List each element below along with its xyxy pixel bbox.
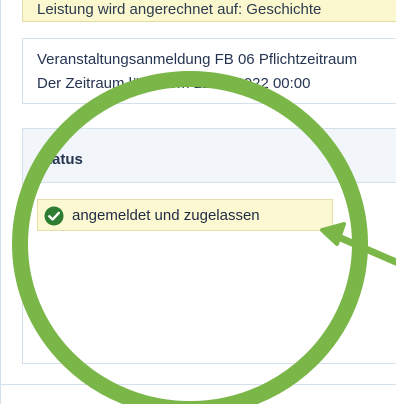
- registration-period: Der Zeitraum läuft vom 22.06.2022 00:00: [37, 75, 311, 92]
- status-value: angemeldet und zugelassen: [72, 207, 260, 224]
- status-panel-header: Status: [23, 129, 396, 183]
- check-circle-icon: [44, 206, 64, 226]
- registration-title: Veranstaltungsanmeldung FB 06 Pflichtzei…: [37, 51, 358, 68]
- status-badge: angemeldet und zugelassen: [37, 199, 333, 231]
- credit-info-text: Leistung wird angerechnet auf: Geschicht…: [37, 1, 322, 18]
- registration-box: Veranstaltungsanmeldung FB 06 Pflichtzei…: [22, 38, 396, 104]
- credit-info-strip: Leistung wird angerechnet auf: Geschicht…: [22, 0, 396, 22]
- bottom-divider: [0, 384, 396, 385]
- status-title: Status: [37, 151, 83, 168]
- status-panel: Status angemeldet und zugelassen: [22, 128, 396, 364]
